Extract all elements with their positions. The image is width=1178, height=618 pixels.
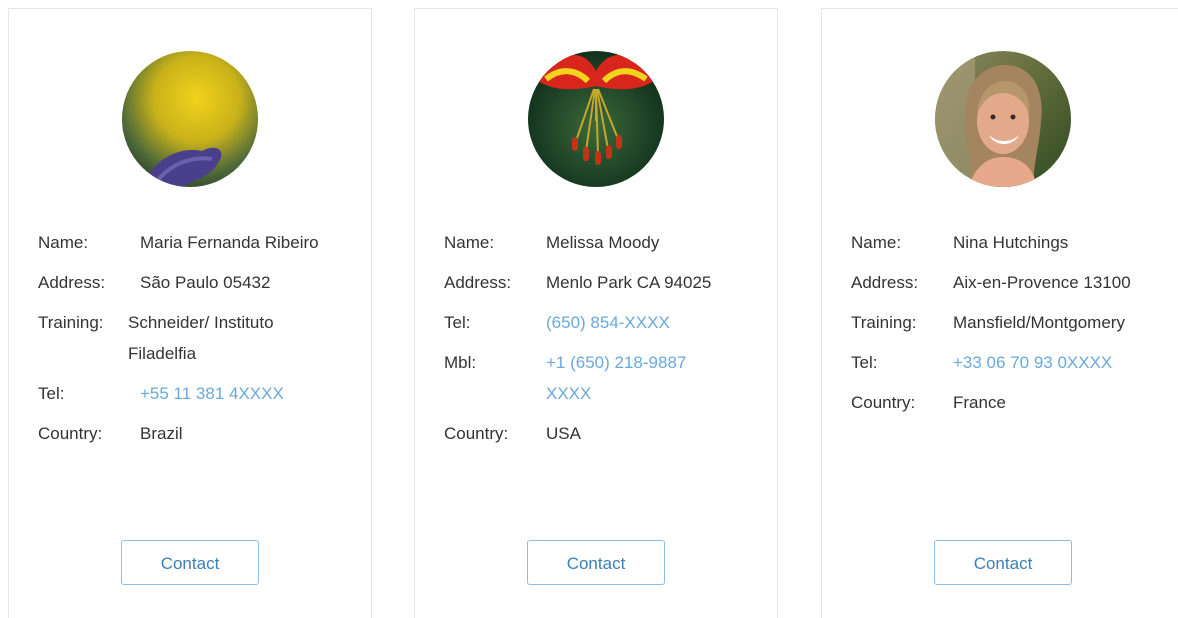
country-label: Country: xyxy=(851,393,916,412)
contact-button[interactable]: Contact xyxy=(934,540,1072,585)
avatar xyxy=(935,51,1071,187)
contact-button[interactable]: Contact xyxy=(527,540,665,585)
address-label: Address: xyxy=(38,273,106,292)
profile-card: Name: Nina Hutchings Address: Aix-en-Pro… xyxy=(821,8,1178,618)
address-value: São Paulo 05432 xyxy=(140,273,271,292)
address-value: Aix-en-Provence 13100 xyxy=(953,273,1131,292)
tel-label: Tel: xyxy=(851,353,878,372)
training-value-cont: Filadelfia xyxy=(128,344,197,363)
profile-card: Name: Melissa Moody Address: Menlo Park … xyxy=(414,8,778,618)
address-label: Address: xyxy=(851,273,919,292)
flower-photo-icon xyxy=(528,51,664,187)
name-value: Melissa Moody xyxy=(546,233,660,252)
country-value: Brazil xyxy=(140,424,183,443)
name-label: Name: xyxy=(444,233,495,252)
mbl-label: Mbl: xyxy=(444,353,477,372)
avatar xyxy=(528,51,664,187)
country-value: France xyxy=(953,393,1006,412)
avatar xyxy=(122,51,258,187)
training-value: Schneider/ Instituto xyxy=(128,313,274,332)
contact-button[interactable]: Contact xyxy=(121,540,259,585)
country-value: USA xyxy=(546,424,581,443)
tel-link[interactable]: (650) 854-XXXX xyxy=(546,308,670,338)
name-value: Maria Fernanda Ribeiro xyxy=(140,233,319,252)
name-label: Name: xyxy=(851,233,902,252)
flower-photo-icon xyxy=(122,51,258,187)
tel-link[interactable]: +33 06 70 93 0XXXX xyxy=(953,348,1112,378)
name-label: Name: xyxy=(38,233,89,252)
tel-link[interactable]: +55 11 381 4XXXX xyxy=(140,379,284,409)
name-value: Nina Hutchings xyxy=(953,233,1069,252)
address-label: Address: xyxy=(444,273,512,292)
training-value: Mansfield/Montgomery xyxy=(953,313,1125,332)
tel-label: Tel: xyxy=(38,384,65,403)
training-label: Training: xyxy=(38,313,104,332)
country-label: Country: xyxy=(38,424,103,443)
profile-card: Name: Maria Fernanda Ribeiro Address: Sã… xyxy=(8,8,372,618)
mbl-link-cont[interactable]: XXXX xyxy=(546,379,591,409)
training-label: Training: xyxy=(851,313,917,332)
country-label: Country: xyxy=(444,424,509,443)
person-photo-icon xyxy=(935,51,1071,187)
mbl-link[interactable]: +1 (650) 218-9887 xyxy=(546,348,686,378)
address-value: Menlo Park CA 94025 xyxy=(546,273,712,292)
tel-label: Tel: xyxy=(444,313,471,332)
